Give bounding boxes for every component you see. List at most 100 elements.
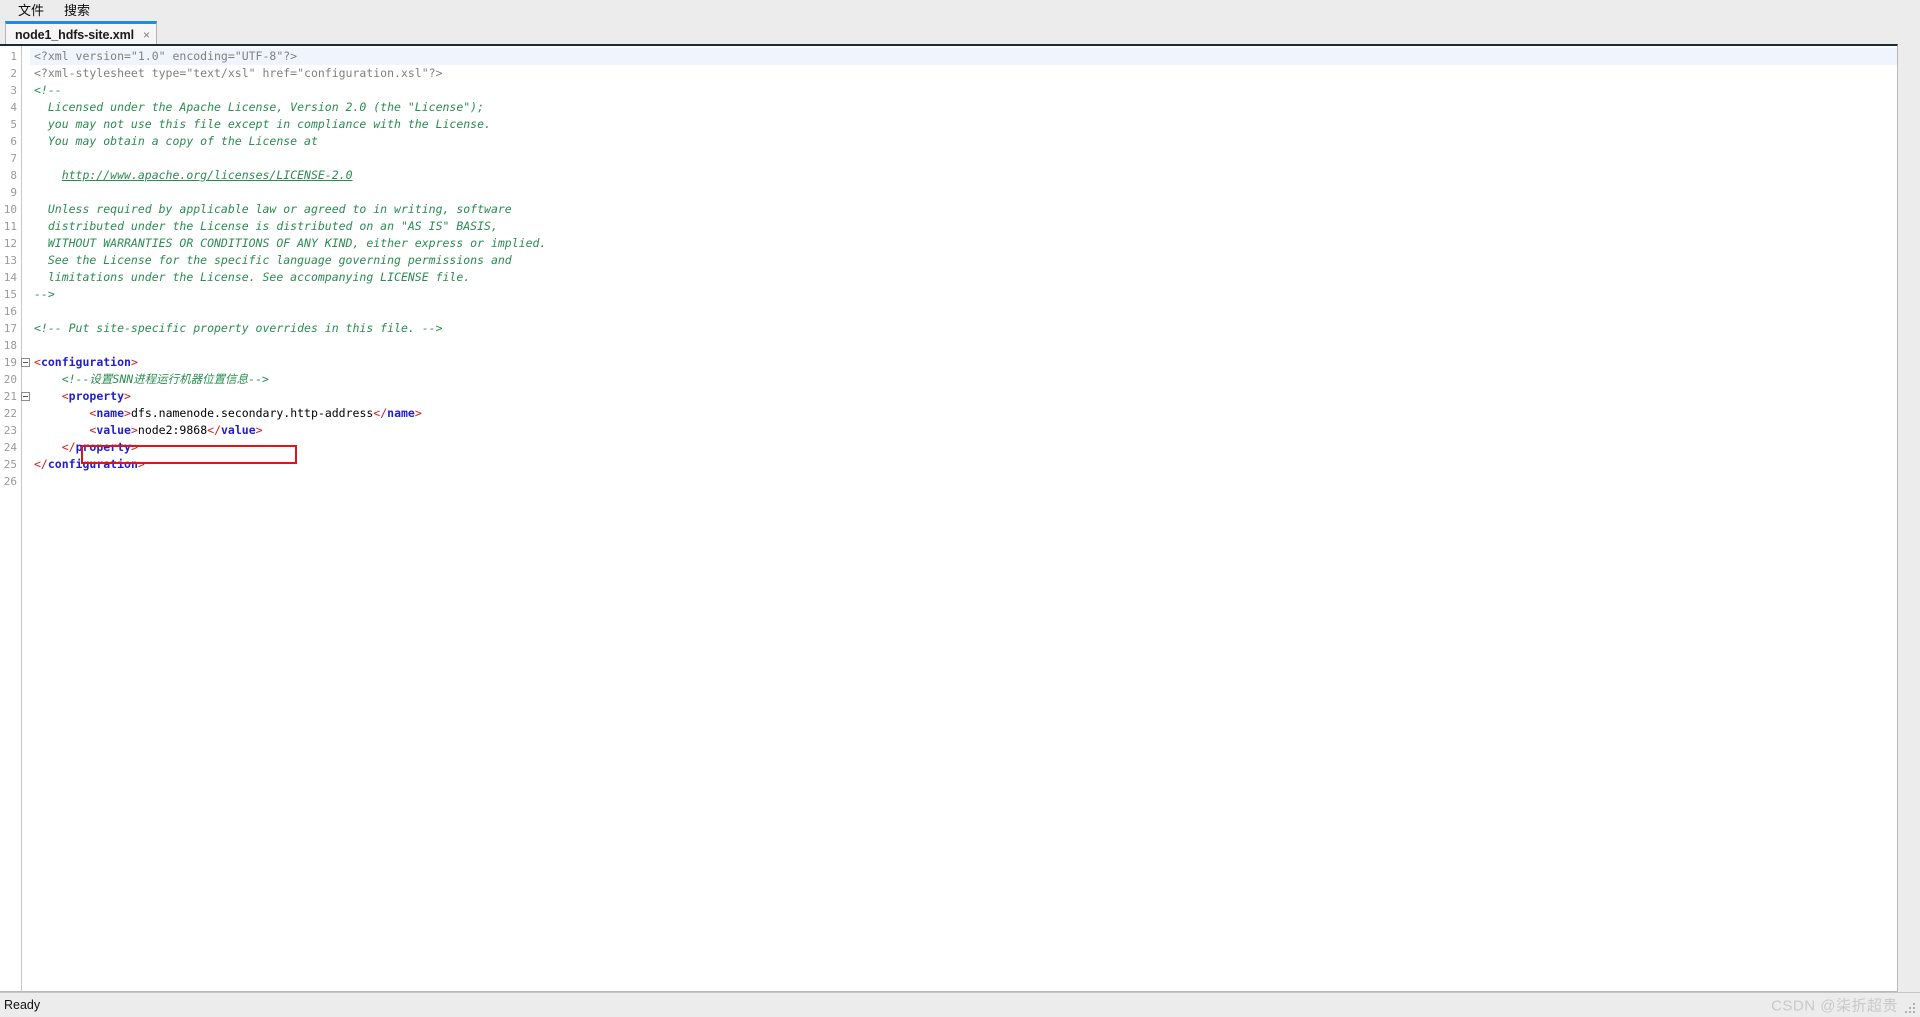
- grip-dot: [1913, 1011, 1915, 1013]
- line-number: 3: [10, 84, 17, 97]
- code-token: value: [221, 423, 256, 437]
- line-number: 5: [10, 118, 17, 131]
- code-line[interactable]: -->: [30, 286, 1897, 303]
- code-line[interactable]: <!-- Put site-specific property override…: [30, 320, 1897, 337]
- code-line[interactable]: limitations under the License. See accom…: [30, 269, 1897, 286]
- code-line[interactable]: <property>: [30, 388, 1897, 405]
- line-number: 26: [3, 475, 17, 488]
- code-token: distributed under the License is distrib…: [34, 219, 498, 233]
- line-number: 9: [10, 186, 17, 199]
- line-number: 21: [0, 388, 30, 405]
- code-line[interactable]: <name>dfs.namenode.secondary.http-addres…: [30, 405, 1897, 422]
- code-token: configuration: [40, 355, 131, 369]
- code-token: >: [124, 406, 131, 420]
- code-token: >: [414, 406, 422, 420]
- status-bar: Ready CSDN @柒折超贵: [0, 992, 1920, 1017]
- code-token: >: [130, 355, 138, 369]
- code-line[interactable]: <?xml version="1.0" encoding="UTF-8"?>: [30, 48, 1897, 65]
- tab-bar: node1_hdfs-site.xml ×: [0, 21, 1920, 45]
- line-number: 10: [3, 203, 17, 216]
- fold-collapse-icon[interactable]: [21, 392, 30, 401]
- code-line[interactable]: [30, 303, 1897, 320]
- fold-collapse-icon[interactable]: [21, 358, 30, 367]
- code-token: <?xml-stylesheet type="text/xsl" href="c…: [34, 66, 443, 80]
- code-line[interactable]: [30, 337, 1897, 354]
- code-line[interactable]: http://www.apache.org/licenses/LICENSE-2…: [30, 167, 1897, 184]
- status-text: Ready: [4, 998, 41, 1012]
- code-token: >: [137, 457, 145, 471]
- code-line[interactable]: Licensed under the Apache License, Versi…: [30, 99, 1897, 116]
- code-line[interactable]: </property>: [30, 439, 1897, 456]
- line-number: 7: [10, 152, 17, 165]
- menu-item-2[interactable]: 搜索: [54, 1, 100, 21]
- tab-label: node1_hdfs-site.xml: [15, 27, 134, 42]
- code-line[interactable]: <!--: [30, 82, 1897, 99]
- code-token: >: [124, 389, 131, 403]
- line-number: 17: [3, 322, 17, 335]
- code-token: >: [130, 423, 138, 437]
- code-line[interactable]: distributed under the License is distrib…: [30, 218, 1897, 235]
- code-token: >: [255, 423, 263, 437]
- code-token: Unless required by applicable law or agr…: [34, 202, 512, 216]
- editor-frame: 1 2 3 4 5 6 7 8 9 10 11 12 13 14 15 16 17 18 19 20 21 22 23 24 2…: [0, 44, 1920, 992]
- close-icon[interactable]: ×: [143, 29, 150, 41]
- line-number: 11: [3, 220, 17, 233]
- editor-tab[interactable]: node1_hdfs-site.xml ×: [5, 21, 157, 45]
- line-number: 20: [3, 373, 17, 386]
- application-window: 文件 搜索 node1_hdfs-site.xml × 1 2 3 4 5 6 7 8 9 10 11 1…: [0, 0, 1920, 1017]
- code-line[interactable]: <value>node2:9868</value>: [30, 422, 1897, 439]
- code-token: </: [34, 457, 48, 471]
- line-number: 23: [3, 424, 17, 437]
- line-number: 24: [3, 441, 17, 454]
- code-line[interactable]: [30, 150, 1897, 167]
- code-token: node2:9868: [137, 423, 208, 437]
- code-token: <!--: [34, 83, 62, 97]
- code-token: property: [75, 440, 131, 454]
- code-token: name: [387, 406, 415, 420]
- grip-dot: [1909, 1011, 1911, 1013]
- code-token: -->: [34, 287, 55, 301]
- code-line[interactable]: you may not use this file except in comp…: [30, 116, 1897, 133]
- code-line[interactable]: Unless required by applicable law or agr…: [30, 201, 1897, 218]
- line-number: 12: [3, 237, 17, 250]
- grip-dot: [1909, 1007, 1911, 1009]
- code-token: value: [96, 423, 131, 437]
- code-token: Licensed under the Apache License, Versi…: [34, 100, 485, 114]
- code-line[interactable]: See the License for the specific languag…: [30, 252, 1897, 269]
- grip-dot: [1913, 1003, 1915, 1005]
- code-line[interactable]: <!--设置SNN进程运行机器位置信息-->: [30, 371, 1897, 388]
- line-number: 25: [3, 458, 17, 471]
- code-token: <: [61, 389, 69, 403]
- code-line[interactable]: <?xml-stylesheet type="text/xsl" href="c…: [30, 65, 1897, 82]
- code-token: <?xml version="1.0" encoding="UTF-8"?>: [34, 49, 298, 63]
- line-number: 19: [0, 354, 30, 371]
- code-area[interactable]: <?xml version="1.0" encoding="UTF-8"?> <?…: [30, 46, 1897, 991]
- code-token: >: [130, 440, 138, 454]
- editor-pane[interactable]: 1 2 3 4 5 6 7 8 9 10 11 12 13 14 15 16 17 18 19 20 21 22 23 24 2…: [0, 44, 1898, 992]
- line-number: 1: [10, 50, 17, 63]
- code-line[interactable]: <configuration>: [30, 354, 1897, 371]
- line-number: 13: [3, 254, 17, 267]
- code-line[interactable]: You may obtain a copy of the License at: [30, 133, 1897, 150]
- menu-item-1[interactable]: 文件: [8, 1, 54, 21]
- code-token: name: [96, 406, 125, 420]
- code-line[interactable]: [30, 473, 1897, 490]
- resize-grip[interactable]: [1905, 1003, 1917, 1015]
- line-number: 15: [3, 288, 17, 301]
- code-token: limitations under the License. See accom…: [34, 270, 471, 284]
- code-line[interactable]: [30, 184, 1897, 201]
- code-token: WITHOUT WARRANTIES OR CONDITIONS OF ANY …: [34, 236, 547, 250]
- code-line[interactable]: WITHOUT WARRANTIES OR CONDITIONS OF ANY …: [30, 235, 1897, 252]
- code-token: property: [68, 389, 125, 403]
- line-number: 4: [10, 101, 17, 114]
- code-line[interactable]: </configuration>: [30, 456, 1897, 473]
- line-number: 14: [3, 271, 17, 284]
- code-token: </: [373, 406, 388, 420]
- line-number: 16: [3, 305, 17, 318]
- line-number: 22: [3, 407, 17, 420]
